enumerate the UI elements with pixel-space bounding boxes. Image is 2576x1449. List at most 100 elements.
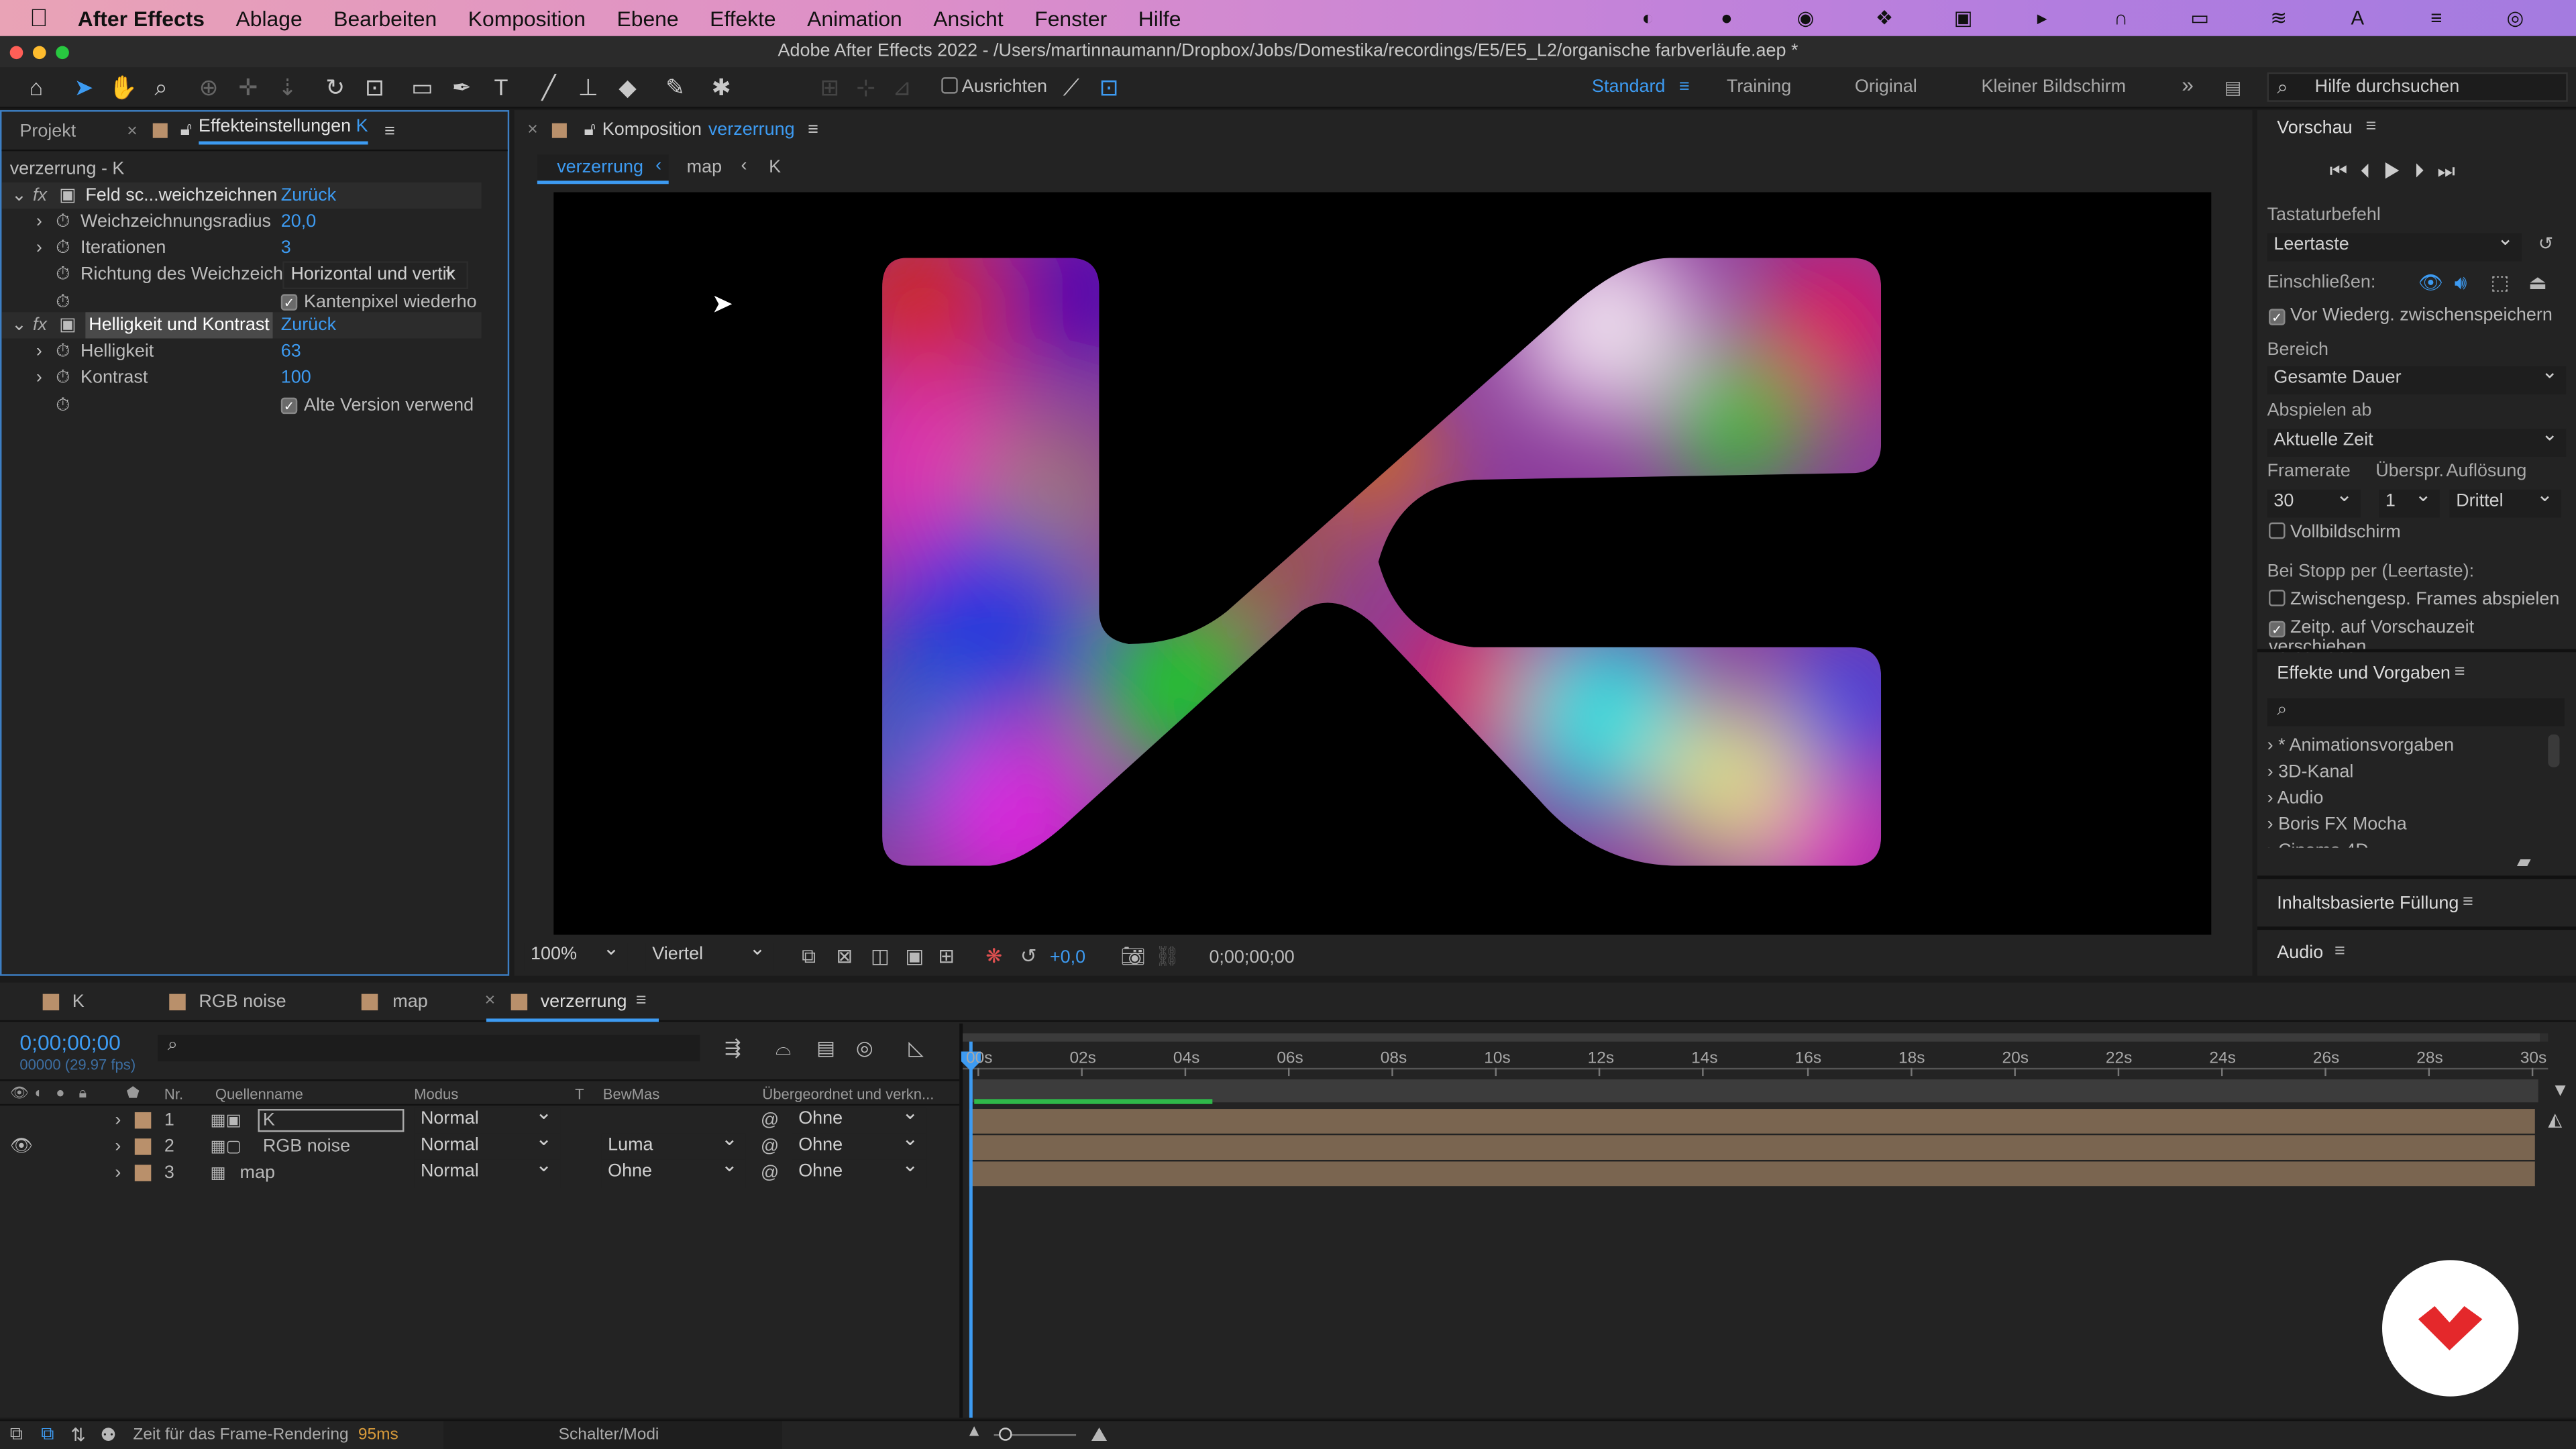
menu-bearbeiten[interactable]: Bearbeiten: [333, 6, 437, 31]
legacy-checkbox[interactable]: ✓: [280, 397, 298, 415]
blur-direction-dropdown[interactable]: Horizontal und vertik: [282, 256, 468, 290]
repeat-edge-checkbox[interactable]: ✓: [280, 294, 298, 311]
chevron-down-icon[interactable]: ⌄: [11, 182, 27, 209]
layer-name[interactable]: RGB noise: [263, 1134, 350, 1160]
stopwatch-icon[interactable]: ⏱: [56, 392, 70, 419]
play-cached-checkbox[interactable]: [2269, 590, 2286, 606]
list-item[interactable]: › Audio: [2267, 786, 2455, 812]
exposure-value[interactable]: +0,0: [1050, 948, 1085, 967]
stopwatch-icon[interactable]: ⏱: [56, 338, 70, 364]
roto-brush-icon[interactable]: ✎: [660, 72, 690, 102]
parent-pickwhip-icon[interactable]: @: [761, 1134, 779, 1160]
reset-exposure-icon[interactable]: ↺: [1020, 945, 1037, 967]
panel-menu-icon[interactable]: ≡: [2334, 941, 2345, 961]
menu-komposition[interactable]: Komposition: [468, 6, 586, 31]
layer-row[interactable]: › 3 ▦ map Normal Ohne @ Ohne: [0, 1153, 959, 1188]
render-time-icon[interactable]: ⚉: [100, 1424, 116, 1446]
menu-effekte[interactable]: Effekte: [710, 6, 776, 31]
include-audio-icon[interactable]: 🔊︎: [2455, 271, 2467, 296]
close-tab-icon[interactable]: ×: [484, 991, 495, 1010]
chevron-right-icon[interactable]: ›: [36, 338, 42, 364]
zoom-dropdown[interactable]: 100%: [524, 936, 628, 971]
orbit-camera-icon[interactable]: ⊕: [194, 72, 223, 102]
panel-menu-icon[interactable]: ≡: [2366, 117, 2377, 136]
effect-header-1[interactable]: ⌄ fx ▣ Feld sc...weichzeichnen Zurück: [1, 182, 482, 209]
zoom-slider[interactable]: [994, 1428, 1077, 1441]
layer-switches-icon[interactable]: ⧉: [41, 1424, 54, 1446]
creative-cloud-icon[interactable]: ◐: [1635, 5, 1661, 31]
range-dropdown[interactable]: Gesamte Dauer: [2267, 360, 2567, 394]
parent-pickwhip-icon[interactable]: @: [761, 1160, 779, 1186]
param-value[interactable]: 3: [281, 235, 291, 261]
fast-preview-icon[interactable]: ⧉: [802, 945, 816, 969]
param-value[interactable]: 20,0: [281, 209, 316, 235]
axis-local-icon[interactable]: ⊞: [815, 72, 845, 102]
snap-edges-icon[interactable]: ⊡: [1094, 72, 1124, 102]
color-channels-icon[interactable]: ❋: [985, 945, 1002, 967]
zoom-window-icon[interactable]: [56, 46, 69, 60]
menu-hilfe[interactable]: Hilfe: [1138, 6, 1181, 31]
clone-stamp-icon[interactable]: ⊥: [574, 72, 603, 102]
layer-bar-1[interactable]: [969, 1109, 2535, 1134]
timeline-timecode[interactable]: 0;00;00;00: [19, 1030, 120, 1055]
frame-blending-icon[interactable]: ▤: [816, 1036, 835, 1059]
prev-frame-icon[interactable]: ⏴: [2361, 160, 2383, 182]
puppet-pin-icon[interactable]: ✱: [706, 72, 736, 102]
lock-icon[interactable]: 🔓︎: [584, 119, 595, 141]
zoom-tool-icon[interactable]: ⌕: [146, 72, 176, 102]
axis-view-icon[interactable]: ⊿: [887, 72, 916, 102]
close-comp-icon[interactable]: ×: [527, 120, 538, 140]
playhead[interactable]: [961, 1041, 981, 1418]
viewer-timecode[interactable]: 0;00;00;00: [1209, 948, 1294, 967]
pen-tool-icon[interactable]: ✒: [447, 72, 476, 102]
effect-reset-2[interactable]: Zurück: [281, 312, 336, 338]
shortcut-dropdown[interactable]: Leertaste: [2267, 227, 2522, 262]
workspace-standard[interactable]: Standard: [1592, 77, 1665, 97]
play-circle-icon[interactable]: ▸: [2029, 5, 2055, 31]
comp-flowchart-icon[interactable]: ⇶: [724, 1036, 741, 1059]
video-toggle-header-icon[interactable]: 👁︎: [10, 1084, 29, 1102]
status-g-icon[interactable]: ●: [1713, 5, 1739, 31]
more-workspaces-icon[interactable]: »: [2182, 72, 2194, 97]
region-of-interest-icon[interactable]: ▣: [905, 945, 924, 967]
mask-path-icon[interactable]: ◫: [871, 945, 890, 967]
shy-layers-icon[interactable]: ⌓: [775, 1036, 791, 1061]
play-icon[interactable]: ▶: [2383, 160, 2414, 182]
panel-menu-icon[interactable]: ≡: [384, 121, 395, 140]
effect-reset-1[interactable]: Zurück: [281, 182, 336, 209]
motion-blur-icon[interactable]: ◎: [856, 1036, 873, 1059]
switches-modes-toggle[interactable]: Schalter/Modi: [443, 1421, 782, 1449]
breadcrumb-k[interactable]: K: [769, 158, 781, 177]
headphones-icon[interactable]: ∩: [2108, 5, 2134, 31]
battery-icon[interactable]: ▭: [2187, 5, 2213, 31]
close-project-icon[interactable]: ×: [127, 121, 138, 140]
tab-k[interactable]: K: [72, 992, 85, 1012]
home-icon[interactable]: ⌂: [21, 72, 51, 102]
keyframe-nav-icon[interactable]: ◭: [2548, 1109, 2562, 1130]
zoom-slider-thumb[interactable]: [998, 1428, 1012, 1441]
chevron-right-icon[interactable]: ›: [36, 209, 42, 235]
track-matte-dropdown[interactable]: Ohne: [601, 1153, 746, 1188]
header-parent[interactable]: Übergeordnet und verkn...: [762, 1086, 934, 1102]
include-overlays-icon[interactable]: ⬚: [2491, 271, 2510, 294]
layer-label-color[interactable]: [134, 1112, 152, 1129]
effects-scrollbar[interactable]: [2548, 734, 2560, 767]
last-frame-icon[interactable]: ⏭: [2437, 160, 2468, 182]
move-time-checkbox[interactable]: ✓: [2269, 621, 2286, 638]
panel-menu-icon[interactable]: ≡: [808, 120, 818, 140]
work-area-range[interactable]: [963, 1033, 2540, 1042]
siri-icon[interactable]: ◎: [2502, 5, 2528, 31]
header-mode[interactable]: Modus: [414, 1086, 458, 1102]
transparency-grid-icon[interactable]: ⊠: [837, 945, 853, 967]
time-ruler[interactable]: [963, 1042, 2548, 1078]
first-frame-icon[interactable]: ⏮: [2330, 160, 2361, 182]
chevron-right-icon[interactable]: ›: [36, 235, 42, 261]
list-item[interactable]: › * Animationsvorgaben: [2267, 733, 2455, 759]
brush-tool-icon[interactable]: ╱: [534, 72, 564, 102]
eye-icon[interactable]: 👁︎: [10, 1134, 33, 1160]
adobe-cc-icon[interactable]: ◉: [1792, 5, 1819, 31]
workspace-original[interactable]: Original: [1855, 77, 1917, 97]
fx-icon[interactable]: fx: [33, 182, 47, 209]
dropbox-icon[interactable]: ❖: [1871, 5, 1897, 31]
hand-tool-icon[interactable]: ✋: [109, 72, 138, 102]
